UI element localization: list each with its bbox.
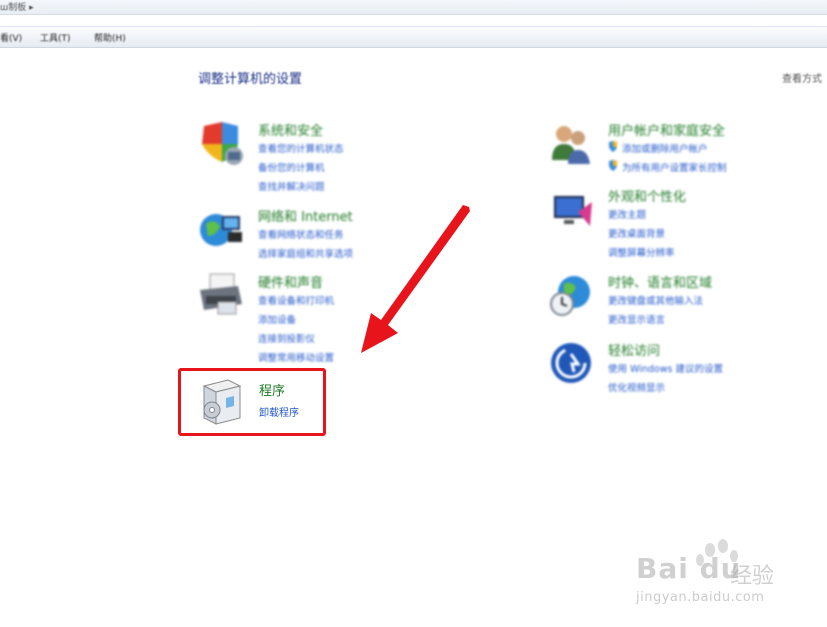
ease-of-access-icon[interactable] [548,340,594,386]
printer-icon[interactable] [198,272,244,318]
watermark-url: jingyan.baidu.com [636,590,765,605]
category-link[interactable]: 更改桌面背景 [608,226,665,240]
category-title[interactable]: 时钟、语言和区域 [608,272,712,291]
menu-view[interactable]: 看(V) [0,31,22,44]
uac-shield-icon [609,141,617,152]
category-title[interactable]: 用户帐户和家庭安全 [608,120,725,139]
view-by-label[interactable]: 查看方式 [782,70,822,85]
watermark-cn: 经验 [730,564,775,589]
category-link[interactable]: 查找并解决问题 [258,179,325,193]
uac-shield-icon [609,160,617,171]
category-link[interactable]: 添加或删除用户帐户 [622,141,708,155]
appearance-monitor-icon[interactable] [548,186,594,232]
menu-tools[interactable]: 工具(T) [40,31,71,44]
category-link[interactable]: 更改显示语言 [608,312,665,326]
page-title: 调整计算机的设置 [198,72,303,87]
highlight-box [178,368,326,436]
category-title[interactable]: 网络和 Internet [258,206,353,225]
category-title[interactable]: 轻松访问 [608,340,660,359]
category-link[interactable]: 查看网络状态和任务 [258,227,344,241]
category-link[interactable]: 优化视频显示 [608,380,665,394]
address-text: ш制板 ▸ [0,3,34,13]
watermark-brand: Bai du [636,552,742,585]
menu-bar: 看(V) 工具(T) 帮助(H) [0,26,827,48]
category-link[interactable]: 查看您的计算机状态 [258,141,344,155]
category-link[interactable]: 更改主题 [608,207,646,221]
category-link[interactable]: 添加设备 [258,312,296,326]
category-title[interactable]: 外观和个性化 [608,186,686,205]
category-link[interactable]: 使用 Windows 建议的设置 [608,361,723,375]
category-link[interactable]: 连接到投影仪 [258,331,315,345]
clock-globe-icon[interactable] [548,272,594,318]
category-title[interactable]: 系统和安全 [258,120,323,139]
menu-help[interactable]: 帮助(H) [94,31,126,44]
network-globe-icon[interactable] [198,206,244,252]
address-bar[interactable]: ш制板 ▸ [0,0,827,15]
category-link[interactable]: 备份您的计算机 [258,160,325,174]
category-link[interactable]: 选择家庭组和共享选项 [258,246,353,260]
category-link[interactable]: 调整常用移动设置 [258,350,334,364]
red-arrow-annotation [361,205,470,353]
category-link[interactable]: 为所有用户设置家长控制 [622,160,727,174]
category-title[interactable]: 硬件和声音 [258,272,323,291]
category-link[interactable]: 查看设备和打印机 [258,293,334,307]
category-link[interactable]: 调整屏幕分辨率 [608,245,675,259]
category-link[interactable]: 更改键盘或其他输入法 [608,293,703,307]
shield-icon[interactable] [198,120,244,166]
users-icon[interactable] [548,120,594,166]
